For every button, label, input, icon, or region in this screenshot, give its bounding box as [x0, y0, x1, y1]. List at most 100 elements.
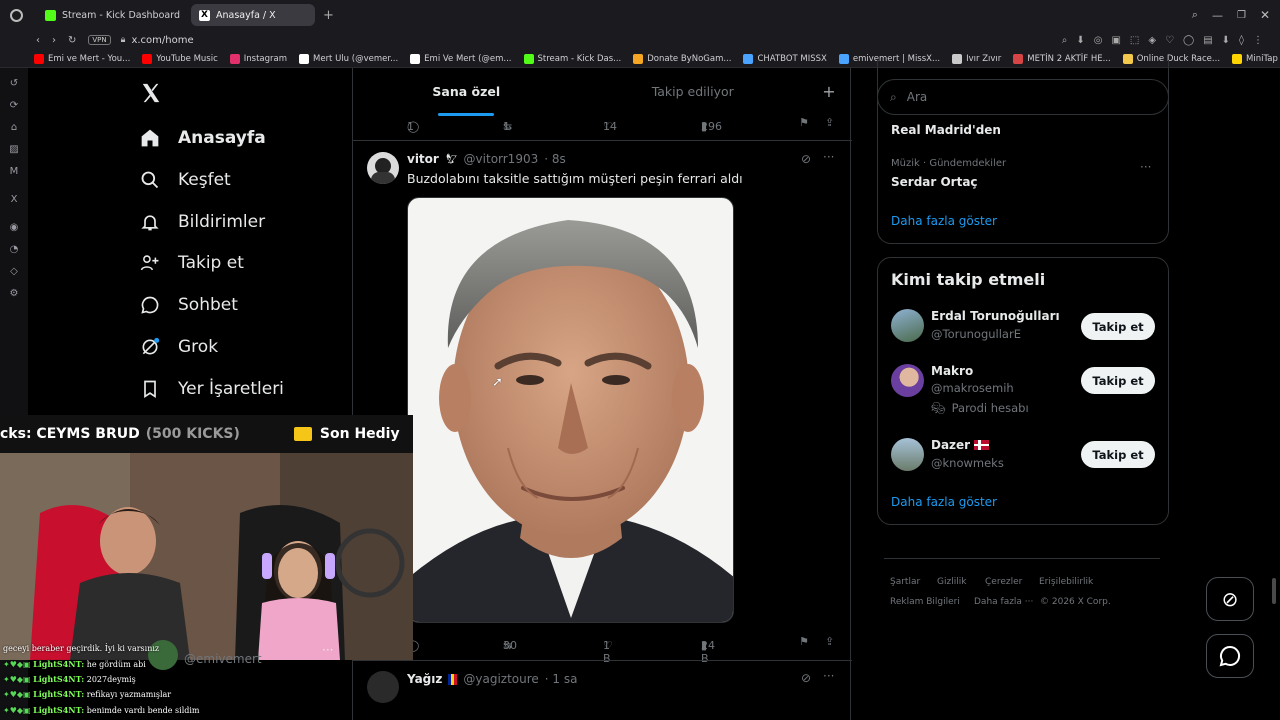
post-image[interactable] — [407, 197, 734, 623]
parody-label: 🎭︎ Parodi hesabı — [931, 401, 1029, 415]
footer-privacy[interactable]: Gizlilik — [937, 577, 966, 587]
suggestion-avatar[interactable] — [891, 309, 924, 342]
bookmark-item[interactable]: YouTube Music — [142, 53, 218, 64]
suggestion-name-row: Dazer — [931, 438, 990, 452]
next-post-author-handle[interactable]: @yagiztoure — [463, 672, 538, 686]
browser-tabbar: Stream - Kick Dashboard X Anasayfa / X +… — [0, 0, 1280, 30]
clock-icon[interactable]: ◔ — [8, 244, 20, 256]
reload-icon[interactable]: ⟳ — [8, 100, 20, 112]
bookmark-item[interactable]: Emi Ve Mert (@em... — [410, 53, 512, 64]
post-author-handle[interactable]: @vitorr1903 — [464, 152, 539, 166]
footer-copyright: © 2026 X Corp. — [1040, 597, 1111, 607]
suggestion-avatar[interactable] — [891, 438, 924, 471]
bookmark-item[interactable]: MiniTap - Hızlı ve... — [1232, 53, 1280, 64]
extensions-toolbar[interactable]: ⌕⬇◎▣⬚◈♡◯▤⬇◊⋮ — [1062, 35, 1272, 46]
chat-bubble-icon — [1219, 645, 1241, 667]
grok-fab[interactable]: ⊘ — [1206, 577, 1254, 621]
settings-icon[interactable]: ⚙ — [8, 288, 20, 300]
follow-button[interactable]: Takip et — [1081, 367, 1155, 394]
player-icon[interactable]: ◉ — [8, 222, 20, 234]
tab-for-you[interactable]: Sana özel — [353, 68, 580, 116]
chat-text: geceyi beraber geçirdik. İyi ki varsınız — [3, 644, 160, 653]
bookmark-post-icon[interactable]: ⚑ — [799, 635, 809, 648]
follow-button[interactable]: Takip et — [1081, 441, 1155, 468]
bookmark-item[interactable]: Stream - Kick Das... — [523, 53, 621, 64]
footer-cookies[interactable]: Çerezler — [985, 577, 1022, 587]
suggestion-handle: @knowmeks — [931, 456, 1004, 470]
pinboard-icon[interactable]: ⌂ — [8, 122, 20, 134]
forward-icon[interactable]: › — [52, 35, 56, 46]
minimize-icon[interactable]: — — [1212, 9, 1223, 22]
footer-more[interactable]: Daha fazla ··· — [974, 597, 1033, 607]
x-sidebar-icon[interactable]: X — [8, 194, 20, 206]
profile-more-icon[interactable]: ··· — [322, 643, 333, 657]
stream-overlay: cks: CEYMS BRUD (500 KICKS) Son Hediy @e… — [0, 415, 413, 720]
extensions-icon[interactable]: ◇ — [8, 266, 20, 278]
nav-item-home[interactable]: Anasayfa — [140, 128, 266, 148]
messages-fab[interactable] — [1206, 634, 1254, 678]
show-more-link[interactable]: Daha fazla göster — [891, 214, 997, 228]
search-tabs-icon[interactable]: ⌕ — [1192, 8, 1198, 22]
bookmark-item[interactable]: Donate ByNoGam... — [633, 53, 731, 64]
chat-username: LightS4NT: — [33, 659, 85, 669]
close-window-icon[interactable]: ✕ — [1260, 8, 1270, 22]
nav-item-grok[interactable]: Grok — [140, 337, 218, 357]
footer-terms[interactable]: Şartlar — [890, 577, 920, 587]
x-logo-icon[interactable] — [140, 82, 162, 106]
new-tab-icon[interactable]: + — [323, 8, 334, 23]
chat-message: ✦♥◆▣ LightS4NT: 2027deymiş — [3, 674, 136, 684]
footer-ads-info[interactable]: Reklam Bilgileri — [890, 597, 960, 607]
page-scrollbar[interactable] — [1272, 578, 1276, 604]
trend-title[interactable]: Serdar Ortaç — [891, 175, 978, 189]
history-icon[interactable]: ↺ — [8, 78, 20, 90]
reload-icon[interactable]: ↻ — [68, 35, 76, 46]
post-author-avatar[interactable] — [367, 152, 399, 184]
footer-accessibility[interactable]: Erişilebilirlik — [1039, 577, 1093, 587]
trend-more-icon[interactable]: ··· — [1140, 160, 1151, 174]
wallet-icon[interactable]: ▨ — [8, 144, 20, 156]
nav-item-bookmark[interactable]: Yer İşaretleri — [140, 379, 284, 399]
nav-item-follow[interactable]: Takip et — [140, 253, 244, 273]
bookmark-item[interactable]: CHATBOT MISSX — [743, 53, 827, 64]
messenger-icon[interactable]: M — [8, 166, 20, 178]
bookmark-item[interactable]: Instagram — [229, 53, 287, 64]
suggestion-avatar[interactable] — [891, 364, 924, 397]
bookmark-item[interactable]: Emi ve Mert - You... — [34, 53, 130, 64]
grok-post-icon[interactable]: ⊘ — [801, 152, 811, 166]
follow-button[interactable]: Takip et — [1081, 313, 1155, 340]
browser-tab-kick[interactable]: Stream - Kick Dashboard — [37, 4, 187, 26]
tab-following[interactable]: Takip ediliyor — [580, 68, 807, 116]
nav-item-bell[interactable]: Bildirimler — [140, 212, 265, 232]
add-tab-icon[interactable]: + — [806, 68, 852, 116]
nav-item-chat[interactable]: Sohbet — [140, 295, 238, 315]
show-more-link[interactable]: Daha fazla göster — [891, 495, 997, 509]
more-options-icon[interactable]: ··· — [823, 669, 834, 683]
chat-badges-icon: ✦♥◆▣ — [3, 675, 34, 684]
bookmark-icon — [140, 379, 160, 399]
trend-title[interactable]: Real Madrid'den — [891, 123, 1001, 137]
share-icon[interactable]: ⇪ — [825, 635, 834, 648]
chat-username: LightS4NT: — [33, 705, 85, 715]
bookmark-post-icon[interactable]: ⚑ — [799, 116, 809, 129]
suggestion-name[interactable]: Dazer — [931, 438, 970, 452]
chat-text: 2027deymiş — [86, 675, 136, 684]
suggestion-name[interactable]: Erdal Torunoğulları — [931, 309, 1060, 323]
browser-tab-x[interactable]: X Anasayfa / X — [191, 4, 315, 26]
back-icon[interactable]: ‹ — [36, 35, 40, 46]
more-options-icon[interactable]: ··· — [823, 150, 834, 164]
vpn-badge[interactable]: VPN — [88, 35, 111, 45]
tiktok-icon — [299, 53, 309, 64]
post-author-name[interactable]: vitor — [407, 152, 439, 166]
url-field[interactable]: x.com/home — [131, 35, 193, 46]
opera-logo-icon[interactable] — [10, 8, 23, 22]
bookmark-item[interactable]: Mert Ulu (@vemer... — [299, 53, 398, 64]
suggestion-name[interactable]: Makro — [931, 364, 973, 378]
post-time[interactable]: · 8s — [544, 152, 566, 166]
grok-post-icon[interactable]: ⊘ — [801, 671, 811, 685]
who-to-follow-title: Kimi takip etmeli — [891, 270, 1046, 289]
next-post-time[interactable]: · 1 sa — [545, 672, 578, 686]
nav-item-search[interactable]: Keşfet — [140, 170, 231, 190]
chat-badges-icon: ✦♥◆▣ — [3, 660, 34, 669]
restore-icon[interactable]: ❐ — [1237, 10, 1246, 21]
share-icon[interactable]: ⇪ — [825, 116, 834, 129]
